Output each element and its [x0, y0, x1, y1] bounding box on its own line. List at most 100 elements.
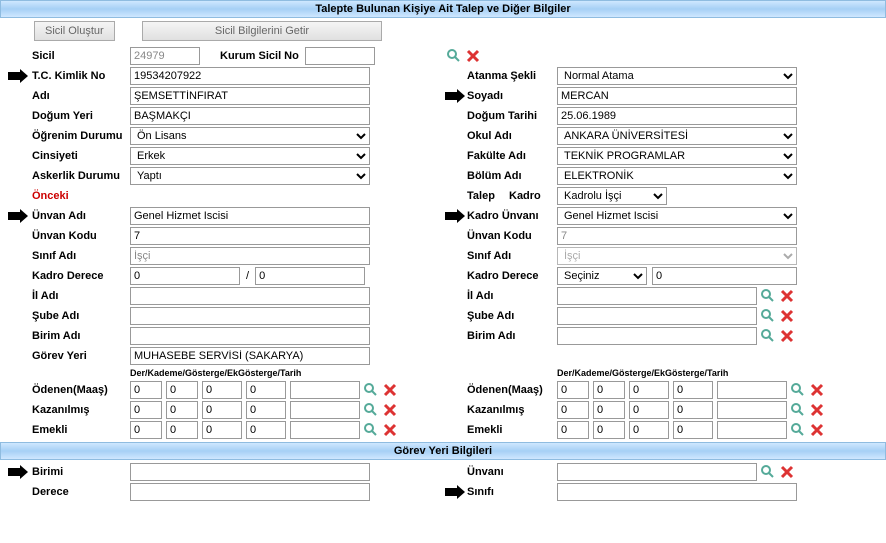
birim-input[interactable] [130, 327, 370, 345]
search-icon[interactable] [790, 422, 806, 438]
e4[interactable] [246, 421, 286, 439]
kd1-input[interactable] [130, 267, 240, 285]
label-unvanadi: Ünvan Adı [30, 210, 130, 222]
delete-icon[interactable] [809, 382, 825, 398]
sublabel-right: Der/Kademe/Gösterge/EkGösterge/Tarih [557, 367, 728, 379]
o3[interactable] [202, 381, 242, 399]
cins-select[interactable]: Erkek [130, 147, 370, 165]
e3[interactable] [202, 421, 242, 439]
label-birim2: Birim Adı [467, 330, 557, 342]
kadro-select[interactable]: Kadrolu İşçi [557, 187, 667, 205]
delete-icon[interactable] [809, 422, 825, 438]
search-icon[interactable] [760, 288, 776, 304]
iladi-input[interactable] [130, 287, 370, 305]
delete-icon[interactable] [382, 382, 398, 398]
kadunvan-select[interactable]: Genel Hizmet Iscisi [557, 207, 797, 225]
unvankodu-input[interactable] [130, 227, 370, 245]
delete-icon[interactable] [779, 288, 795, 304]
label-sicil: Sicil [30, 50, 130, 62]
o4[interactable] [246, 381, 286, 399]
sinif-input [130, 247, 370, 265]
label-dtarih: Doğum Tarihi [467, 110, 557, 122]
re2[interactable] [593, 421, 625, 439]
sube2-input[interactable] [557, 307, 757, 325]
label-ogrenim: Öğrenim Durumu [30, 130, 130, 142]
gorev-input[interactable] [130, 347, 370, 365]
label-adi: Adı [30, 90, 130, 102]
delete-icon[interactable] [779, 308, 795, 324]
ro1[interactable] [557, 381, 589, 399]
e5[interactable] [290, 421, 360, 439]
iladi2-input[interactable] [557, 287, 757, 305]
re4[interactable] [673, 421, 713, 439]
ro5[interactable] [717, 381, 787, 399]
re1[interactable] [557, 421, 589, 439]
label-odenen: Ödenen(Maaş) [30, 384, 130, 396]
delete-icon[interactable] [779, 464, 795, 480]
sicil-olustur-button[interactable]: Sicil Oluştur [34, 21, 115, 41]
o1[interactable] [130, 381, 162, 399]
o2[interactable] [166, 381, 198, 399]
label-talep: Talep [467, 190, 509, 202]
search-icon[interactable] [790, 402, 806, 418]
bolum-select[interactable]: ELEKTRONİK [557, 167, 797, 185]
sube-input[interactable] [130, 307, 370, 325]
k5[interactable] [290, 401, 360, 419]
search-icon[interactable] [363, 382, 379, 398]
label-unvani: Ünvanı [467, 466, 557, 478]
o5[interactable] [290, 381, 360, 399]
delete-icon[interactable] [809, 402, 825, 418]
k3[interactable] [202, 401, 242, 419]
ro2[interactable] [593, 381, 625, 399]
search-icon[interactable] [760, 308, 776, 324]
derece-input[interactable] [130, 483, 370, 501]
secin-select[interactable]: Seçiniz [557, 267, 647, 285]
atanma-select[interactable]: Normal Atama [557, 67, 797, 85]
birimi-input[interactable] [130, 463, 370, 481]
tc-input[interactable] [130, 67, 370, 85]
label-unvankodu2: Ünvan Kodu [467, 230, 557, 242]
delete-icon[interactable] [382, 422, 398, 438]
k1[interactable] [130, 401, 162, 419]
search-icon[interactable] [363, 422, 379, 438]
unvanadi-input[interactable] [130, 207, 370, 225]
delete-icon[interactable] [465, 48, 481, 64]
delete-icon[interactable] [779, 328, 795, 344]
delete-icon[interactable] [382, 402, 398, 418]
k4[interactable] [246, 401, 286, 419]
birim2-input[interactable] [557, 327, 757, 345]
rk3[interactable] [629, 401, 669, 419]
re5[interactable] [717, 421, 787, 439]
k2[interactable] [166, 401, 198, 419]
ro3[interactable] [629, 381, 669, 399]
re3[interactable] [629, 421, 669, 439]
fak-select[interactable]: TEKNİK PROGRAMLAR [557, 147, 797, 165]
rk5[interactable] [717, 401, 787, 419]
dyeri-input[interactable] [130, 107, 370, 125]
search-icon[interactable] [760, 328, 776, 344]
sinifi-input[interactable] [557, 483, 797, 501]
search-icon[interactable] [790, 382, 806, 398]
adi-input[interactable] [130, 87, 370, 105]
kurum-input[interactable] [305, 47, 375, 65]
rk4[interactable] [673, 401, 713, 419]
e1[interactable] [130, 421, 162, 439]
e2[interactable] [166, 421, 198, 439]
label-okul: Okul Adı [467, 130, 557, 142]
okul-select[interactable]: ANKARA ÜNİVERSİTESİ [557, 127, 797, 145]
label-sinifi: Sınıfı [467, 486, 557, 498]
asker-select[interactable]: Yaptı [130, 167, 370, 185]
rk2[interactable] [593, 401, 625, 419]
soyadi-input[interactable] [557, 87, 797, 105]
search-icon[interactable] [363, 402, 379, 418]
unvani-input[interactable] [557, 463, 757, 481]
rk1[interactable] [557, 401, 589, 419]
kd2-input[interactable] [255, 267, 365, 285]
kd3-input[interactable] [652, 267, 797, 285]
ro4[interactable] [673, 381, 713, 399]
search-icon[interactable] [446, 48, 462, 64]
search-icon[interactable] [760, 464, 776, 480]
dtarih-input[interactable] [557, 107, 797, 125]
ogrenim-select[interactable]: Ön Lisans [130, 127, 370, 145]
sicil-getir-button[interactable]: Sicil Bilgilerini Getir [142, 21, 382, 41]
